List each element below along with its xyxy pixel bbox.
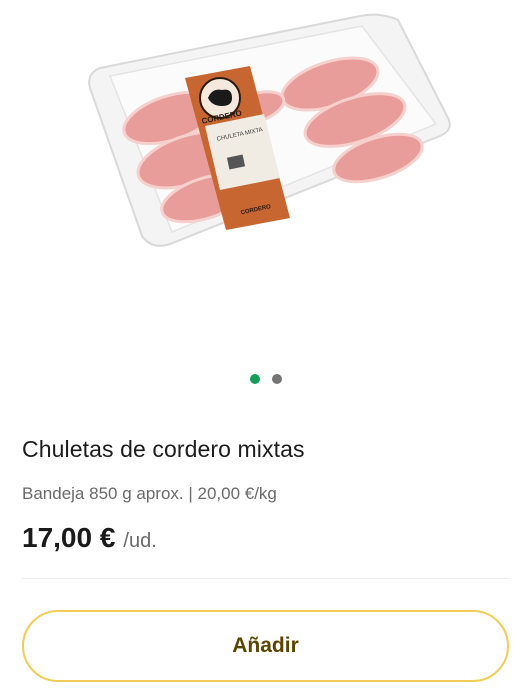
product-price: 17,00 € <box>22 522 116 553</box>
carousel-indicator[interactable] <box>0 374 531 384</box>
price-row: 17,00 € /ud. <box>22 522 157 554</box>
product-title: Chuletas de cordero mixtas <box>22 436 305 462</box>
carousel-dot-2[interactable] <box>271 374 282 384</box>
product-image: CORDERO CHULETA MIXTA CORDERO <box>88 13 451 247</box>
product-details: Bandeja 850 g aprox. | 20,00 €/kg <box>22 484 277 503</box>
add-to-cart-button[interactable]: Añadir <box>22 610 509 682</box>
product-gallery[interactable]: CORDERO CHULETA MIXTA CORDERO <box>0 0 531 384</box>
divider <box>22 578 509 579</box>
carousel-dot-1[interactable] <box>249 374 260 384</box>
price-unit: /ud. <box>123 530 157 552</box>
